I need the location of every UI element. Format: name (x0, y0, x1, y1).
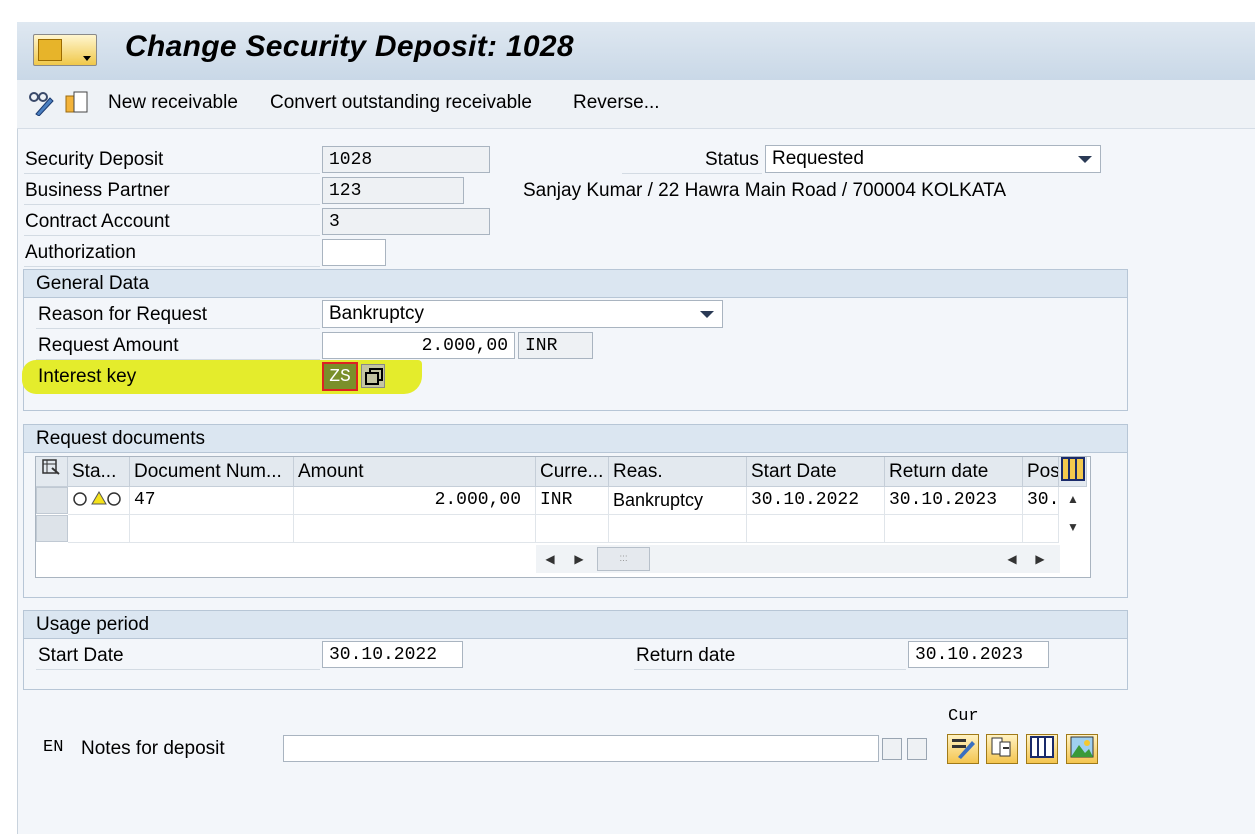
request-amount-field[interactable]: 2.000,00 (322, 332, 515, 359)
layout-button[interactable] (1026, 734, 1058, 764)
scroll-right-icon[interactable]: ▶ (1031, 548, 1049, 570)
value-help-icon[interactable] (361, 364, 385, 388)
interest-key-label: Interest key (38, 366, 137, 387)
column-header[interactable]: Pos (1023, 457, 1059, 487)
column-header[interactable]: Curre... (536, 457, 609, 487)
business-partner-label: Business Partner (25, 180, 170, 201)
insert-text-button[interactable] (986, 734, 1018, 764)
table-cell-document: 47 (130, 487, 294, 515)
insert-icon (991, 737, 1011, 757)
scroll-up-icon[interactable]: ▲ (1064, 488, 1082, 510)
scroll-down-icon[interactable]: ▼ (1064, 516, 1082, 538)
menu-icon (38, 39, 62, 61)
reverse-button[interactable]: Reverse... (573, 92, 660, 114)
column-header[interactable]: Return date (885, 457, 1023, 487)
notes-status-box (882, 738, 902, 760)
select-all-icon (42, 459, 60, 475)
label-underline (36, 328, 320, 329)
interest-key-field[interactable]: ZS (322, 362, 358, 391)
table-cell-currency: INR (536, 487, 609, 515)
table-cell (130, 515, 294, 543)
contract-account-label: Contract Account (25, 211, 170, 232)
status-select[interactable]: Requested (765, 145, 1101, 173)
return-date-label: Return date (636, 645, 736, 666)
security-deposit-label: Security Deposit (25, 149, 164, 170)
column-header[interactable]: Amount (294, 457, 536, 487)
notes-label: Notes for deposit (81, 738, 225, 759)
group-heading: Usage period (24, 611, 1127, 639)
label-underline (634, 669, 906, 670)
column-config-icon[interactable] (1059, 457, 1087, 487)
edit-icon (952, 739, 975, 759)
chevron-down-icon (700, 311, 714, 318)
language-code: EN (43, 738, 64, 757)
table-cell (609, 515, 747, 543)
notes-input[interactable] (283, 735, 879, 762)
image-icon (1070, 736, 1094, 758)
request-amount-label: Request Amount (38, 335, 179, 356)
currency-field[interactable]: INR (518, 332, 593, 359)
label-underline (24, 266, 320, 267)
columns-icon (1061, 457, 1085, 481)
return-date-field[interactable]: 30.10.2023 (908, 641, 1049, 668)
column-header[interactable]: Start Date (747, 457, 885, 487)
reason-select[interactable]: Bankruptcy (322, 300, 723, 328)
table-cell-reason: Bankruptcy (609, 487, 747, 515)
reason-label: Reason for Request (38, 304, 207, 325)
table-cell (536, 515, 609, 543)
table-settings-icon[interactable] (36, 457, 68, 487)
table-cell-return: 30.10.2023 (885, 487, 1023, 515)
business-partner-field[interactable]: 123 (322, 177, 464, 204)
copy-icon[interactable] (64, 90, 90, 116)
new-receivable-button[interactable]: New receivable (108, 92, 238, 114)
row-selector[interactable] (36, 487, 68, 514)
convert-receivable-button[interactable]: Convert outstanding receivable (270, 92, 532, 114)
page-title: Change Security Deposit: 1028 (125, 30, 574, 63)
group-heading: Request documents (24, 425, 1127, 453)
scroll-thumb[interactable]: ::: (597, 547, 650, 571)
status-value: Requested (772, 148, 864, 169)
scroll-left-icon[interactable]: ◀ (1003, 548, 1021, 570)
table-cell-pos: 30. (1023, 487, 1059, 515)
authorization-field[interactable] (322, 239, 386, 266)
table-cell (885, 515, 1023, 543)
system-menu-button[interactable] (33, 34, 97, 66)
cur-label: Cur (948, 707, 979, 726)
graphics-button[interactable] (1066, 734, 1098, 764)
label-underline (36, 669, 320, 670)
table-cell (68, 515, 130, 543)
table-cell (747, 515, 885, 543)
column-header[interactable]: Reas. (609, 457, 747, 487)
business-partner-text: Sanjay Kumar / 22 Hawra Main Road / 7000… (523, 180, 1006, 201)
notes-status-box (907, 738, 927, 760)
display-change-icon[interactable] (28, 90, 54, 116)
start-date-field[interactable]: 30.10.2022 (322, 641, 463, 668)
columns-icon (1030, 736, 1054, 758)
status-label: Status (705, 149, 759, 170)
status-lights-icon (68, 487, 130, 515)
label-underline (24, 173, 320, 174)
column-header[interactable]: Sta... (68, 457, 130, 487)
table-cell-amount: 2.000,00 (294, 487, 536, 515)
column-header[interactable]: Document Num... (130, 457, 294, 487)
scroll-right-icon[interactable]: ▶ (570, 548, 588, 570)
group-heading: General Data (24, 270, 1127, 298)
row-selector[interactable] (36, 515, 68, 542)
table-cell (294, 515, 536, 543)
table-cell (1023, 515, 1059, 543)
label-underline (622, 173, 762, 174)
table-cell-start: 30.10.2022 (747, 487, 885, 515)
reason-value: Bankruptcy (329, 303, 425, 324)
security-deposit-field[interactable]: 1028 (322, 146, 490, 173)
authorization-label: Authorization (25, 242, 136, 263)
edit-text-button[interactable] (947, 734, 979, 764)
scroll-left-icon[interactable]: ◀ (541, 548, 559, 570)
chevron-down-icon (83, 56, 91, 61)
start-date-label: Start Date (38, 645, 124, 666)
label-underline (24, 235, 320, 236)
contract-account-field[interactable]: 3 (322, 208, 490, 235)
label-underline (24, 204, 320, 205)
chevron-down-icon (1078, 156, 1092, 163)
